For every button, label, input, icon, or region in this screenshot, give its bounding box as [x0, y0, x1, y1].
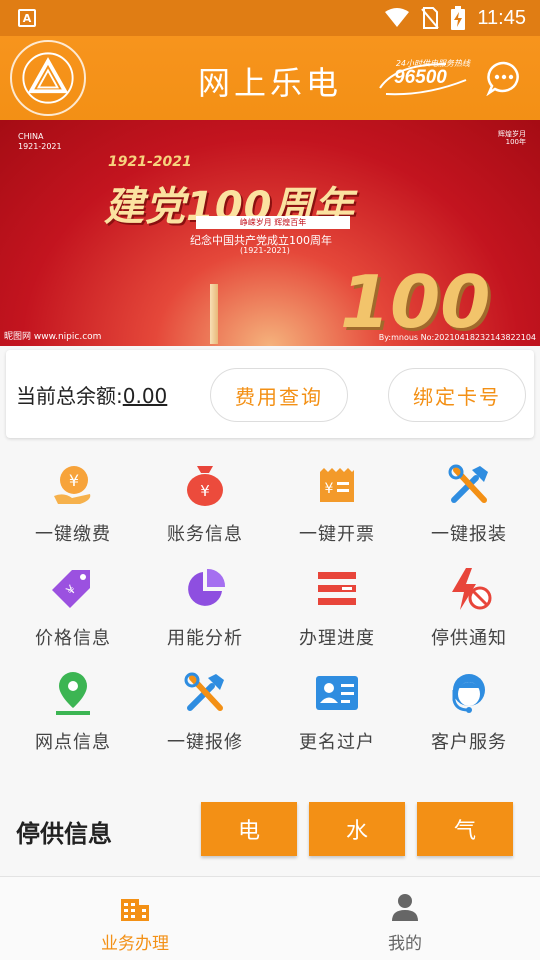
- tab-mine-label: 我的: [388, 934, 422, 954]
- wifi-icon: [385, 8, 410, 27]
- gas-outage-button[interactable]: 气: [417, 802, 513, 856]
- service-progress[interactable]: 办理进度: [270, 560, 404, 658]
- building-icon: [121, 899, 149, 921]
- price-tag-icon: ¥: [52, 570, 90, 608]
- banner-years: 1921-2021: [108, 154, 192, 170]
- service-label: 更名过户: [299, 732, 375, 753]
- banner-tagline: 峥嵘岁月 辉煌百年: [196, 216, 350, 229]
- pie-chart-icon: [188, 568, 226, 606]
- no-sim-icon: [421, 7, 440, 29]
- service-label: 用能分析: [167, 628, 243, 649]
- bottom-tab-bar: 业务办理 我的: [0, 876, 540, 960]
- banner-watermark-right: By:mnous No:20210418232143822104: [378, 333, 536, 342]
- app-header: 网上乐电 24小时供电服务热线 96500: [0, 36, 540, 120]
- app-notification-icon: A: [18, 9, 36, 27]
- status-icons: 11:45: [385, 0, 526, 36]
- invoice-icon: ¥: [320, 468, 354, 502]
- service-price-info[interactable]: ¥ 价格信息: [6, 560, 140, 658]
- service-label: 网点信息: [35, 732, 111, 753]
- person-icon: [392, 894, 418, 921]
- service-label: 客户服务: [431, 732, 507, 753]
- service-label: 一键报装: [431, 524, 507, 545]
- battery-charging-icon: [451, 6, 466, 30]
- service-label: 办理进度: [299, 628, 375, 649]
- repair-tools-icon: [184, 672, 224, 711]
- service-outlet-info[interactable]: 网点信息: [6, 664, 140, 762]
- banner-watermark-left: 昵图网 www.nipic.com: [4, 332, 102, 342]
- status-time: 11:45: [477, 6, 526, 29]
- hotline-number: 96500: [394, 67, 447, 88]
- service-rename-transfer[interactable]: 更名过户: [270, 664, 404, 762]
- customer-service-icon: [452, 674, 485, 713]
- tab-business[interactable]: 业务办理: [0, 877, 270, 960]
- service-label: 一键缴费: [35, 524, 111, 545]
- tools-icon: [448, 464, 488, 503]
- service-label: 一键报修: [167, 732, 243, 753]
- balance-label: 当前总余额:: [16, 384, 123, 408]
- service-label: 账务信息: [167, 524, 243, 545]
- hotline-button[interactable]: 24小时供电服务热线 96500: [376, 58, 470, 98]
- service-billing-info[interactable]: ¥ 账务信息: [138, 456, 272, 554]
- power-off-icon: [452, 568, 492, 610]
- service-one-click-pay[interactable]: ¥ 一键缴费: [6, 456, 140, 554]
- water-outage-button[interactable]: 水: [309, 802, 405, 856]
- service-label: 一键开票: [299, 524, 375, 545]
- banner-country: CHINA 1921-2021: [18, 132, 62, 151]
- bind-card-button[interactable]: 绑定卡号: [388, 368, 526, 422]
- status-bar: A 11:45: [0, 0, 540, 36]
- banner-big-number: 100: [340, 260, 491, 344]
- monument-pillar: [210, 284, 218, 344]
- tab-mine[interactable]: 我的: [270, 877, 540, 960]
- tab-business-label: 业务办理: [101, 934, 169, 954]
- svg-text:¥: ¥: [325, 481, 334, 497]
- chat-icon[interactable]: [486, 60, 522, 96]
- location-pin-icon: [56, 672, 90, 715]
- electric-outage-button[interactable]: 电: [201, 802, 297, 856]
- outage-info-section: 停供信息 电 水 气: [0, 786, 540, 872]
- banner-country-text: CHINA: [18, 132, 44, 141]
- money-bag-icon: ¥: [187, 466, 223, 506]
- service-one-click-repair[interactable]: 一键报修: [138, 664, 272, 762]
- service-customer-service[interactable]: 客户服务: [402, 664, 536, 762]
- service-outage-notice[interactable]: 停供通知: [402, 560, 536, 658]
- balance-card: 当前总余额:0.00 费用查询 绑定卡号: [6, 350, 534, 438]
- service-label: 价格信息: [35, 628, 111, 649]
- svg-text:¥: ¥: [200, 482, 210, 500]
- id-card-icon: [316, 676, 358, 710]
- banner-subtitle-years: (1921-2021): [240, 246, 290, 255]
- balance-label-row: 当前总余额:0.00: [16, 380, 167, 409]
- service-label: 停供通知: [431, 628, 507, 649]
- outage-info-title: 停供信息: [16, 820, 112, 848]
- progress-list-icon: [318, 572, 356, 605]
- service-energy-analysis[interactable]: 用能分析: [138, 560, 272, 658]
- svg-text:¥: ¥: [69, 471, 79, 490]
- banner-country-years: 1921-2021: [18, 141, 62, 151]
- banner-carousel[interactable]: CHINA 1921-2021 1921-2021 建党100周年 峥嵘岁月 辉…: [0, 120, 540, 346]
- fee-query-button[interactable]: 费用查询: [210, 368, 348, 422]
- service-one-click-install[interactable]: 一键报装: [402, 456, 536, 554]
- balance-value: 0.00: [122, 384, 168, 408]
- banner-corner-text: 辉煌岁月 100年: [498, 130, 526, 147]
- payment-hand-icon: ¥: [54, 466, 91, 504]
- service-one-click-invoice[interactable]: ¥ 一键开票: [270, 456, 404, 554]
